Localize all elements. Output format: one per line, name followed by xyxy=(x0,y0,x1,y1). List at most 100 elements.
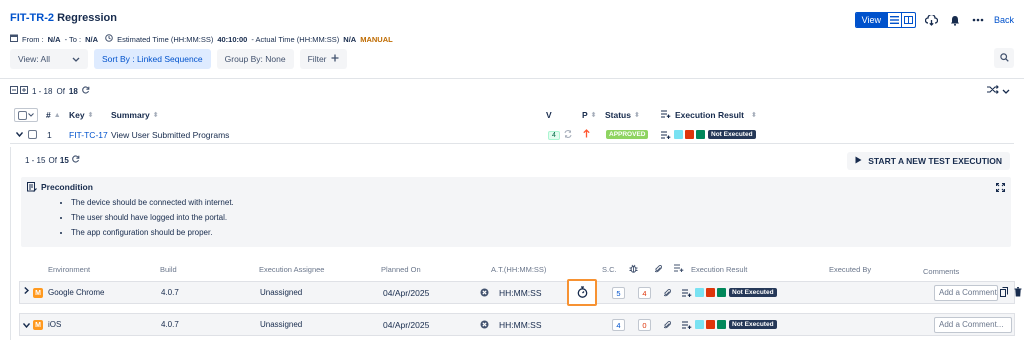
start-new-execution-button[interactable]: START A NEW TEST EXECUTION xyxy=(847,152,1010,170)
expand-icon[interactable] xyxy=(995,182,1006,194)
view-select[interactable]: View: All xyxy=(10,48,88,69)
attachment-icon[interactable] xyxy=(662,288,672,299)
notification-bell-icon[interactable] xyxy=(948,13,962,27)
column-num[interactable]: # ▲ xyxy=(46,110,61,120)
view-toggle[interactable]: View xyxy=(854,12,916,28)
execution-result-control[interactable]: Not Executed xyxy=(682,320,777,329)
precondition-list: The device should be connected with inte… xyxy=(71,195,234,240)
select-all-checkbox[interactable] xyxy=(17,110,27,120)
attachment-icon[interactable] xyxy=(662,320,672,331)
environment-value: Google Chrome xyxy=(48,288,105,297)
pager-inner: 1 - 15 Of 15 xyxy=(25,155,80,165)
sort-icon: ⬍ xyxy=(590,112,597,119)
shuffle-icon[interactable] xyxy=(987,85,999,96)
defect-count-badge[interactable]: 4 xyxy=(638,287,651,299)
list-add-icon[interactable] xyxy=(661,130,671,139)
result-color-squares xyxy=(695,288,726,297)
clock-icon xyxy=(105,34,113,44)
view-button[interactable]: View xyxy=(855,13,887,27)
planned-on-value[interactable]: 04/Apr/2025 xyxy=(383,320,429,330)
plus-icon xyxy=(331,54,339,64)
result-square xyxy=(717,320,726,329)
execution-result-badge: Not Executed xyxy=(708,130,756,139)
clear-icon[interactable] xyxy=(480,288,489,299)
list-add-icon[interactable] xyxy=(682,320,692,329)
to-value: N/A xyxy=(85,34,99,44)
test-case-row[interactable]: 1 FIT-TC-17 View User Submitted Programs… xyxy=(10,127,1014,144)
list-view-icon[interactable] xyxy=(886,13,901,27)
back-link[interactable]: Back xyxy=(994,15,1014,25)
column-summary[interactable]: Summary ⬍ xyxy=(111,110,159,120)
manual-type-badge: M xyxy=(33,320,43,330)
select-all-dropdown[interactable] xyxy=(14,108,38,122)
chevron-down-icon[interactable] xyxy=(1002,86,1010,96)
chevron-right-icon[interactable] xyxy=(24,286,30,296)
assignee-value[interactable]: Unassigned xyxy=(260,288,302,297)
execution-row[interactable]: M Google Chrome 4.0.7 Unassigned 04/Apr/… xyxy=(19,279,1022,306)
more-options-icon[interactable] xyxy=(971,13,985,27)
chevron-down-icon[interactable] xyxy=(22,321,31,330)
column-priority[interactable]: P ⬍ xyxy=(582,110,597,120)
collapse-all-icon[interactable] xyxy=(10,86,28,96)
sort-by-button[interactable]: Sort By : Linked Sequence xyxy=(94,48,211,69)
play-icon xyxy=(855,156,862,166)
execution-result-control[interactable]: Not Executed xyxy=(682,288,777,297)
sync-icon[interactable] xyxy=(564,130,572,140)
main-table-header: # ▲ Key ⬍ Summary ⬍ V P ⬍ Status ⬍ Execu… xyxy=(10,106,1014,124)
comment-input[interactable]: Add a Comment... xyxy=(934,285,998,301)
version-cell: 4 xyxy=(548,130,572,140)
environment-value: iOS xyxy=(48,320,62,329)
assignee-value[interactable]: Unassigned xyxy=(260,320,302,329)
test-run-key[interactable]: FIT-TR-2 xyxy=(10,12,54,24)
row-checkbox[interactable] xyxy=(28,130,37,139)
chevron-down-icon xyxy=(72,54,80,64)
header-controls: View Back xyxy=(854,10,1014,30)
result-square xyxy=(695,320,704,329)
test-case-summary[interactable]: View User Submitted Programs xyxy=(111,130,229,140)
column-executed-by: Executed By xyxy=(829,265,872,274)
search-button[interactable] xyxy=(994,48,1014,68)
sort-icon: ▲ xyxy=(53,111,61,119)
reorder-control[interactable] xyxy=(987,85,1010,96)
pager-of-label: Of xyxy=(48,155,57,165)
column-summary-label: Summary xyxy=(111,110,150,120)
column-key[interactable]: Key ⬍ xyxy=(69,110,93,120)
clear-icon[interactable] xyxy=(480,320,489,331)
pager-range: 1 - 18 xyxy=(32,86,53,96)
version-badge: 4 xyxy=(548,130,560,140)
precondition-item: The app configuration should be proper. xyxy=(71,225,234,240)
refresh-icon[interactable] xyxy=(71,155,80,165)
copy-icon[interactable] xyxy=(1000,287,1008,299)
precondition-icon xyxy=(27,182,37,194)
delete-icon[interactable] xyxy=(1014,287,1022,299)
group-by-button[interactable]: Group By: None xyxy=(216,48,294,69)
precondition-title: Precondition xyxy=(41,182,93,192)
column-execution-result[interactable]: Execution Result ⬍ xyxy=(661,110,757,120)
estimated-time-label: Estimated Time (HH:MM:SS) xyxy=(117,34,214,44)
pager-total: 15 xyxy=(59,155,69,165)
split-view-icon[interactable] xyxy=(900,13,915,27)
actual-time-value[interactable]: HH:MM:SS xyxy=(499,320,542,330)
defect-count-badge[interactable]: 0 xyxy=(638,319,651,331)
column-comments: Comments xyxy=(923,267,960,276)
column-status[interactable]: Status ⬍ xyxy=(605,110,640,120)
execution-result-cell[interactable]: Not Executed xyxy=(661,130,756,139)
column-status-label: Status xyxy=(605,110,631,120)
actual-time-value[interactable]: HH:MM:SS xyxy=(499,288,542,298)
refresh-icon[interactable] xyxy=(81,86,90,96)
test-case-key-link[interactable]: FIT-TC-17 xyxy=(69,130,108,140)
timer-button[interactable] xyxy=(567,279,597,306)
execution-row[interactable]: M iOS 4.0.7 Unassigned 04/Apr/2025 HH:MM… xyxy=(19,313,1015,336)
comment-input[interactable]: Add a Comment... xyxy=(934,317,1012,333)
manual-type-badge: M xyxy=(33,288,43,298)
planned-on-value[interactable]: 04/Apr/2025 xyxy=(383,288,429,298)
estimated-time-value: 40:10:00 xyxy=(217,34,248,44)
title-row: FIT-TR-2 Regression View Back xyxy=(10,12,1014,28)
actual-time-label: - Actual Time (HH:MM:SS) xyxy=(251,34,340,44)
precondition-box: Precondition The device should be connec… xyxy=(21,177,1011,247)
list-add-icon[interactable] xyxy=(682,288,692,297)
cloud-download-icon[interactable] xyxy=(925,13,939,27)
chevron-down-icon[interactable] xyxy=(16,132,23,137)
filter-button[interactable]: Filter xyxy=(299,48,347,69)
column-execution-result: Execution Result xyxy=(691,265,748,274)
